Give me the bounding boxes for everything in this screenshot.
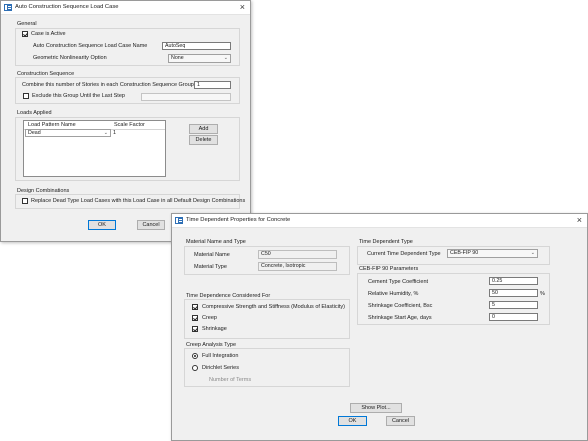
full-integration-radio[interactable]: [192, 353, 198, 359]
load-pattern-value: Dead: [28, 130, 41, 136]
nonlinearity-select[interactable]: None ⌄: [168, 54, 231, 63]
current-type-value: CEB-FIP 90: [450, 250, 479, 256]
case-name-label: Auto Construction Sequence Load Case Nam…: [33, 43, 148, 49]
case-active-label: Case is Active: [31, 31, 66, 37]
stories-input[interactable]: 1: [194, 81, 231, 89]
exclude-group-input[interactable]: [141, 93, 231, 101]
creep-label: Creep: [202, 315, 217, 321]
loads-table-row[interactable]: Dead ⌄ 1: [25, 129, 164, 137]
chevron-down-icon: ⌄: [223, 55, 228, 61]
loads-table: Load Pattern Name Scale Factor Dead ⌄ 1: [23, 120, 166, 177]
replace-dead-label: Replace Dead Type Load Cases with this L…: [31, 198, 246, 204]
humidity-input[interactable]: 50: [489, 289, 538, 297]
chevron-down-icon: ⌄: [103, 130, 108, 136]
dirichlet-series-label: Dirichlet Series: [202, 365, 239, 371]
current-type-select[interactable]: CEB-FIP 90 ⌄: [447, 249, 538, 258]
time-dependent-properties-dialog: Time Dependent Properties for Concrete ×…: [171, 213, 588, 441]
ok-button[interactable]: OK: [88, 220, 116, 230]
close-icon[interactable]: ×: [240, 2, 245, 12]
auto-construction-sequence-dialog: Auto Construction Sequence Load Case × G…: [0, 0, 251, 242]
number-of-terms-label: Number of Terms: [209, 377, 252, 383]
material-type-label: Material Type: [194, 264, 227, 270]
dialog-title: Auto Construction Sequence Load Case: [15, 4, 119, 10]
case-active-checkbox[interactable]: [22, 31, 28, 37]
nonlinearity-value: None: [171, 55, 184, 61]
exclude-group-label: Exclude this Group Until the Last Step: [32, 93, 125, 99]
cancel-button[interactable]: Cancel: [137, 220, 165, 230]
material-name-label: Material Name: [194, 252, 230, 258]
group-title-material: Material Name and Type: [186, 239, 246, 245]
app-icon: [4, 4, 12, 11]
creep-checkbox[interactable]: [192, 315, 198, 321]
add-load-button[interactable]: Add: [189, 124, 218, 134]
app-icon: [175, 217, 183, 224]
cement-coef-input[interactable]: 0.25: [489, 277, 538, 285]
delete-load-button[interactable]: Delete: [189, 135, 218, 145]
cancel-button[interactable]: Cancel: [386, 416, 415, 426]
compressive-strength-checkbox[interactable]: [192, 304, 198, 310]
material-type-value: Concrete, Isotropic: [258, 262, 337, 271]
compressive-strength-label: Compressive Strength and Stiffness (Modu…: [202, 304, 345, 310]
shrinkage-label: Shrinkage: [202, 326, 227, 332]
col-scale-factor: Scale Factor: [114, 122, 145, 128]
exclude-group-checkbox[interactable]: [23, 93, 29, 99]
full-integration-label: Full Integration: [202, 353, 239, 359]
humidity-unit: %: [540, 291, 545, 297]
shrinkage-checkbox[interactable]: [192, 326, 198, 332]
col-load-pattern: Load Pattern Name: [28, 122, 76, 128]
shrinkage-coef-input[interactable]: 5: [489, 301, 538, 309]
nonlinearity-label: Geometric Nonlinearity Option: [33, 55, 107, 61]
shrinkage-coef-label: Shrinkage Coefficient, Bsc: [368, 303, 433, 309]
material-name-value: C50: [258, 250, 337, 259]
group-title-params: CEB-FIP 90 Parameters: [359, 266, 419, 272]
case-name-input[interactable]: AutoSeq: [162, 42, 231, 50]
dialog-title: Time Dependent Properties for Concrete: [186, 217, 291, 223]
chevron-down-icon: ⌄: [530, 250, 535, 256]
shrinkage-age-input[interactable]: 0: [489, 313, 538, 321]
dirichlet-series-radio[interactable]: [192, 365, 198, 371]
cement-coef-label: Cement Type Coefficient: [368, 279, 429, 285]
replace-dead-checkbox[interactable]: [22, 198, 28, 204]
title-bar[interactable]: Auto Construction Sequence Load Case ×: [1, 1, 250, 15]
scale-factor-value[interactable]: 1: [113, 130, 116, 136]
humidity-label: Relative Humidity, %: [368, 291, 419, 297]
shrinkage-age-label: Shrinkage Start Age, days: [368, 315, 432, 321]
group-title-dep-type: Time Dependent Type: [359, 239, 413, 245]
show-plot-button[interactable]: Show Plot...: [350, 403, 402, 413]
close-icon[interactable]: ×: [577, 215, 582, 225]
load-pattern-select[interactable]: Dead ⌄: [25, 129, 111, 137]
stories-label: Combine this number of Stories in each C…: [22, 82, 194, 88]
title-bar[interactable]: Time Dependent Properties for Concrete ×: [172, 214, 587, 228]
ok-button[interactable]: OK: [338, 416, 367, 426]
current-type-label: Current Time Dependent Type: [367, 251, 441, 257]
group-title-loads: Loads Applied: [17, 110, 52, 116]
group-title-general: General: [17, 21, 37, 27]
